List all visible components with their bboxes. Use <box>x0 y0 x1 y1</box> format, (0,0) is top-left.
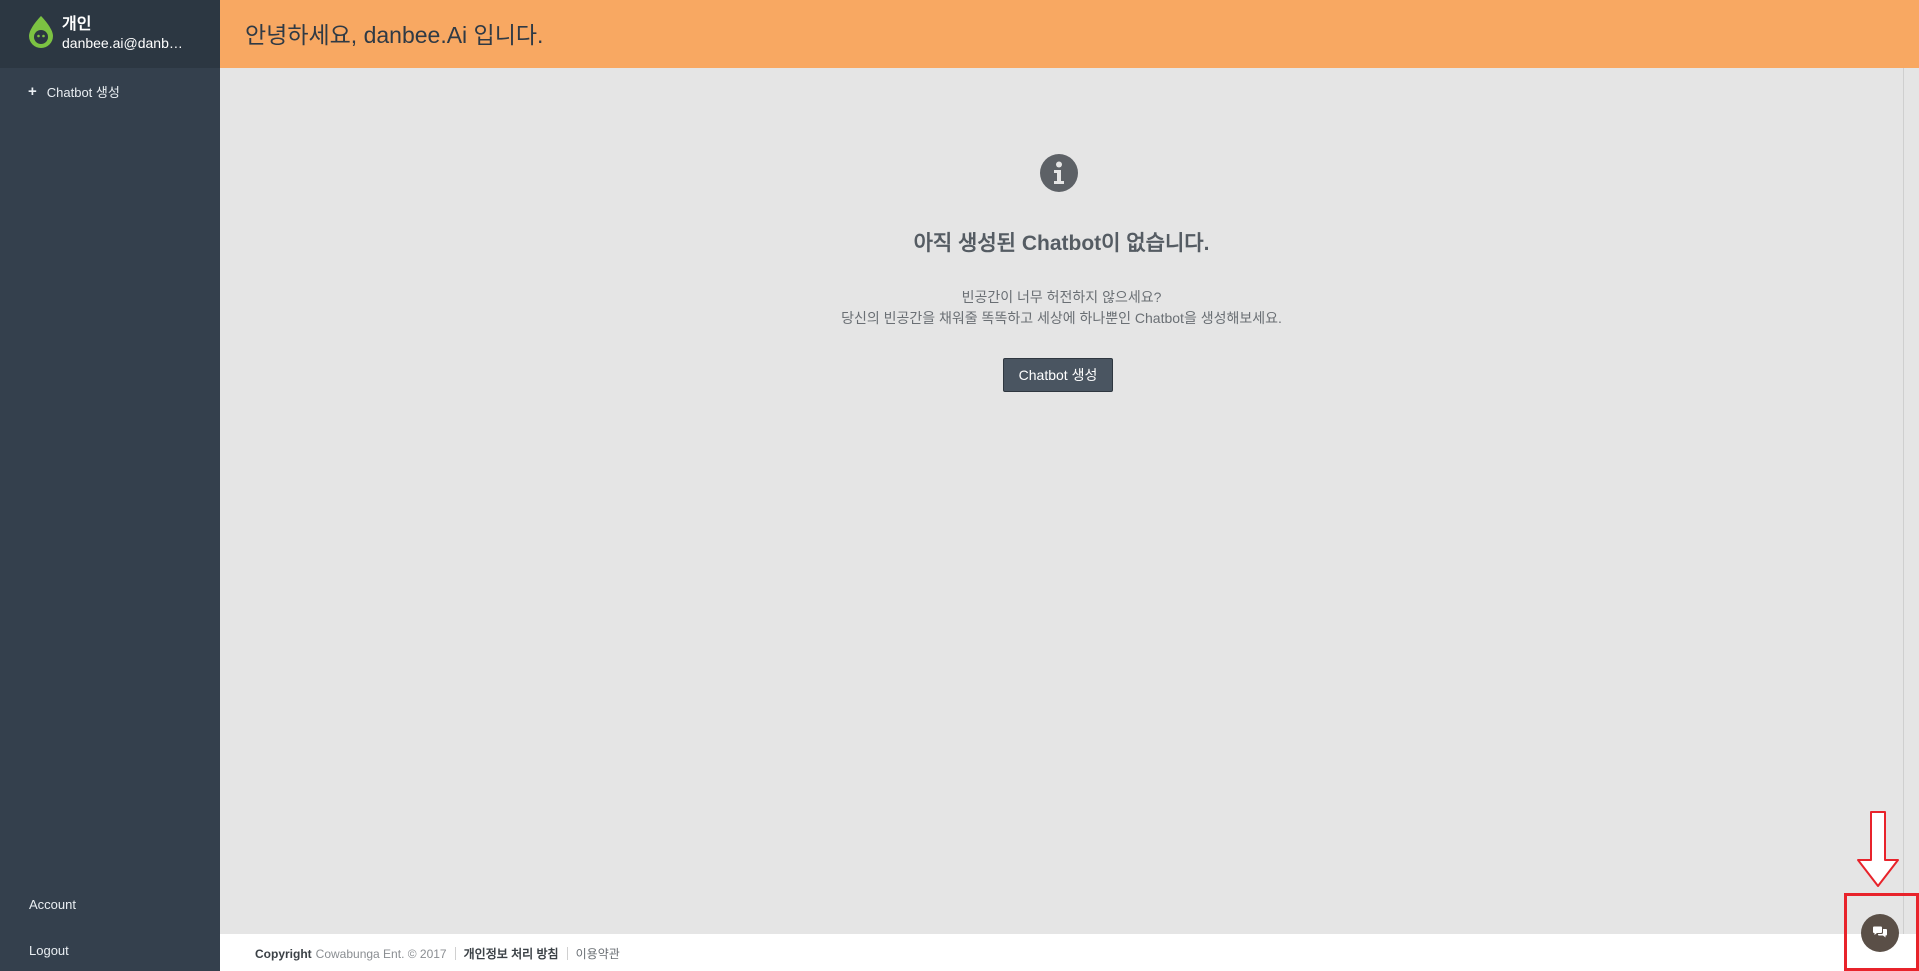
sidebar: 개인 danbee.ai@danbe... + Chatbot 생성 Accou… <box>0 0 220 971</box>
chat-bubbles-icon <box>1873 926 1887 938</box>
empty-state-title: 아직 생성된 Chatbot이 없습니다. <box>913 232 1210 255</box>
footer-divider <box>566 947 568 960</box>
plus-icon: + <box>28 83 37 100</box>
down-arrow-annotation-icon <box>1857 811 1899 887</box>
terms-of-use-link[interactable]: 이용약관 <box>576 945 620 962</box>
empty-state-description: 빈공간이 너무 허전하지 않으세요? 당신의 빈공간을 채워줄 똑똑하고 세상에… <box>220 287 1903 329</box>
greeting-title: 안녕하세요, danbee.Ai 입니다. <box>245 22 544 48</box>
empty-state-desc-line1: 빈공간이 너무 허전하지 않으세요? <box>961 289 1162 305</box>
sidebar-logout-link[interactable]: Logout <box>29 943 69 958</box>
copyright-text: Cowabunga Ent. © 2017 <box>315 946 447 961</box>
footer-row: Copyright Cowabunga Ent. © 2017 개인정보 처리 … <box>255 945 620 962</box>
workspace-name[interactable]: 개인 <box>62 10 91 34</box>
top-header: 안녕하세요, danbee.Ai 입니다. <box>220 0 1919 68</box>
copyright-label: Copyright <box>255 946 312 961</box>
sidebar-account-link[interactable]: Account <box>29 897 76 912</box>
info-icon <box>1040 154 1078 192</box>
sidebar-create-chatbot[interactable]: + Chatbot 생성 <box>28 82 120 101</box>
privacy-policy-link[interactable]: 개인정보 처리 방침 <box>464 945 559 962</box>
user-email[interactable]: danbee.ai@danbe... <box>62 35 187 51</box>
chat-widget-button[interactable] <box>1861 914 1899 952</box>
sidebar-create-label: Chatbot 생성 <box>46 85 120 100</box>
footer: Copyright Cowabunga Ent. © 2017 개인정보 처리 … <box>220 934 1919 971</box>
main-scrollbar[interactable] <box>1903 68 1919 934</box>
create-chatbot-button[interactable]: Chatbot 생성 <box>1003 358 1113 392</box>
main-content: 아직 생성된 Chatbot이 없습니다. 빈공간이 너무 허전하지 않으세요?… <box>220 68 1903 934</box>
sidebar-header: 개인 danbee.ai@danbe... <box>0 0 220 68</box>
footer-divider <box>454 947 456 960</box>
empty-state-desc-line2: 당신의 빈공간을 채워줄 똑똑하고 세상에 하나뿐인 Chatbot을 생성해보… <box>841 310 1282 326</box>
danbee-logo-icon[interactable] <box>26 15 56 49</box>
